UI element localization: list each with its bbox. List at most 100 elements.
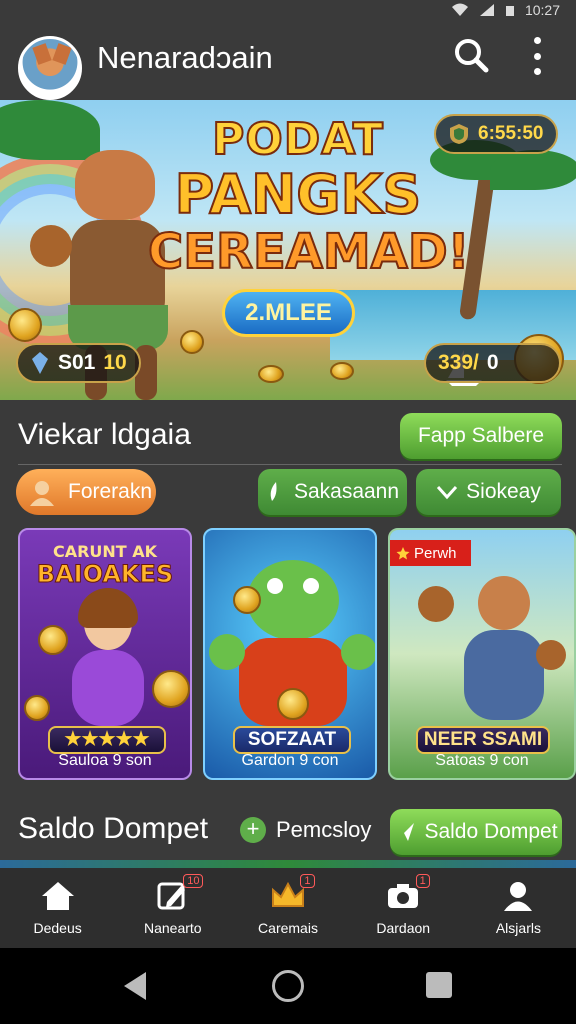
section-title: Viekar ldgaia [18,418,191,451]
tab-profile-label: Alsjarls [495,920,541,936]
signal-icon [479,4,494,16]
card-1-title-line2: BAIOAKES [36,560,174,589]
coin-icon [38,625,68,655]
card-3-ribbon-label: Perwh [414,544,457,562]
tab-crown-badge: 1 [300,874,315,888]
status-time: 10:27 [524,2,560,18]
user-icon [30,481,54,506]
coin-icon [330,362,354,380]
filter-chip-green-2-label: Siokeay [466,480,541,503]
card-2-title: SOFZAAT [233,726,351,754]
coin-icon [24,695,50,721]
section-action-button[interactable]: Fapp Salbere [400,413,562,459]
card-1-character-body [72,650,144,726]
chevron-down-icon [437,485,458,500]
card-3-title: NEER SSAMI [416,726,550,754]
tab-profile[interactable]: Alsjarls [461,868,576,948]
card-3-character-head [478,576,530,630]
card-1-title-line1: CARUNT AK [52,542,158,561]
game-card-1[interactable]: CARUNT AK BAIOAKES ★★★★★ Sauloa 9 son [18,528,192,780]
tab-home[interactable]: Dedeus [0,868,115,948]
tab-camera-badge: 1 [415,874,430,888]
bottom-tab-bar: Dedeus 10 Nanearto 1 Caremais 1 Dardaon … [0,868,576,948]
user-icon [504,882,533,911]
card-3-character-fist [418,586,454,622]
card-2-character-eye [303,578,319,594]
card-3-character-fist [536,640,566,670]
tab-crown[interactable]: 1 Caremais [230,868,345,948]
card-3-subtitle: Satoas 9 con [435,752,529,769]
promo-pill-button[interactable]: 2.MLEE [222,289,355,337]
shield-icon [450,124,468,144]
filter-chip-green-1[interactable]: Sakasaann [258,469,407,515]
divider [18,464,562,465]
card-3-ribbon: Perwh [390,540,471,566]
tab-camera[interactable]: 1 Dardaon [346,868,461,948]
right-stat-chip: 339/ 0 [424,343,561,383]
recents-icon[interactable] [426,972,452,998]
wifi-icon [451,3,468,16]
tab-edit-label: Nanearto [144,920,202,936]
coin-icon [258,365,284,383]
tab-camera-label: Dardaon [376,920,431,936]
game-card-2[interactable]: SOFZAAT Gardon 9 con [203,528,377,780]
wallet-link[interactable]: + Pemcsloy [240,817,371,843]
back-icon[interactable] [124,972,146,1000]
coin-icon [233,586,261,614]
timer-text: 6:55:50 [478,123,544,144]
battery-icon [505,6,514,16]
app-title: Nenaradɔain [97,40,273,75]
promo-title: PODAT PANGKS CEREAMAD! [147,114,471,280]
left-stat-label: S01 [58,351,96,374]
wallet-button-label: Saldo Dompet [424,820,558,843]
filter-chip-green-2[interactable]: Siokeay [416,469,561,515]
coin-icon [8,308,42,342]
avatar-ear [52,43,72,65]
card-2-character-eye [267,578,283,594]
crystal-icon [32,352,48,374]
plus-icon: + [240,817,266,843]
system-nav-bar [0,948,576,1024]
wallet-title: Saldo Dompet [18,812,209,845]
fox-head [75,150,155,220]
promo-title-line3: CEREAMAD! [147,224,471,280]
star-icon [396,547,410,560]
promo-banner[interactable]: PODAT PANGKS CEREAMAD! 2.MLEE 6:55:50 S0… [0,100,576,400]
overflow-menu-icon[interactable] [525,37,549,75]
coin-icon [277,688,309,720]
avatar-ear [32,43,52,65]
tab-crown-label: Caremais [258,920,318,936]
app-bar: Nenaradɔain [0,20,576,100]
card-1-rating: ★★★★★ [48,726,166,754]
promo-title-line2: PANGKS [174,163,423,226]
card-1-character-hair [78,588,138,628]
game-card-3[interactable]: Perwh NEER SSAMI Satoas 9 con [388,528,576,780]
palm-leaves [490,150,576,190]
promo-title-line1: PODAT [211,114,384,165]
coin-icon [180,330,204,354]
card-2-character-fist [209,634,245,670]
search-icon[interactable] [453,37,489,73]
leaf-icon [270,482,277,501]
fox-fist [30,225,72,267]
tab-edit[interactable]: 10 Nanearto [115,868,230,948]
send-icon [396,823,415,841]
filter-chip-orange[interactable]: Forerakn [16,469,156,515]
card-3-character-body [464,630,544,720]
timer-chip: 6:55:50 [434,114,558,154]
wallet-link-label: Pemcsloy [276,817,372,842]
home-circle-icon[interactable] [272,970,304,1002]
left-stat-value: 10 [103,351,127,374]
home-icon [41,882,74,910]
card-2-subtitle: Gardon 9 con [241,752,339,769]
status-bar: 10:27 [0,0,576,20]
wallet-button[interactable]: Saldo Dompet [390,809,562,855]
left-stat-chip: S01 10 [16,343,141,383]
coin-icon [152,670,190,708]
card-1-subtitle: Sauloa 9 son [58,752,152,769]
filter-chip-green-1-label: Sakasaann [293,480,400,503]
right-stat-extra: 0 [486,351,499,374]
avatar[interactable] [18,36,82,100]
card-2-character-fist [341,634,375,670]
tab-home-label: Dedeus [33,920,82,936]
